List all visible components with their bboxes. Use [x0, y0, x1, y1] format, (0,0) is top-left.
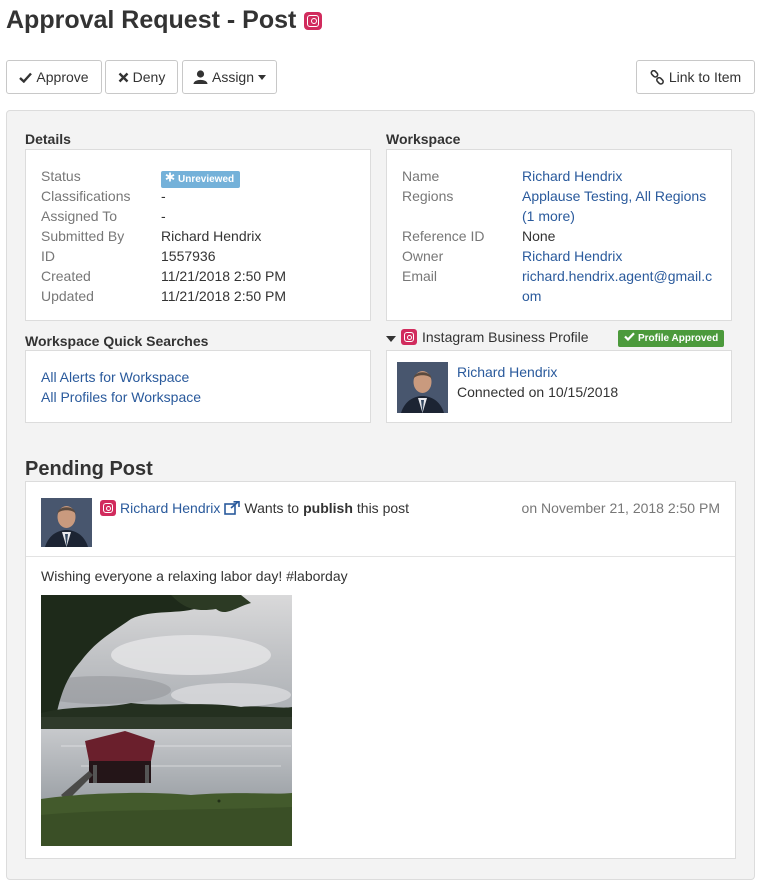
profile-box: Richard Hendrix Connected on 10/15/2018 [386, 350, 732, 423]
quick-search-alerts-link[interactable]: All Alerts for Workspace [41, 369, 189, 385]
profile-connected-text: Connected on 10/15/2018 [457, 384, 619, 400]
x-icon [118, 72, 129, 83]
post-this-post-text: this post [356, 500, 410, 516]
post-header-line: Richard Hendrix Wants to publish this po… [100, 500, 409, 516]
post-action-text: publish [303, 500, 353, 516]
quick-searches-heading: Workspace Quick Searches [25, 333, 209, 349]
quick-searches-box: All Alerts for Workspace All Profiles fo… [25, 350, 371, 423]
quick-search-profiles-link[interactable]: All Profiles for Workspace [41, 389, 201, 405]
caret-down-icon [386, 329, 396, 345]
workspace-email-link[interactable]: richard.hendrix.agent@gmail.c [522, 268, 712, 284]
detail-label: ID [41, 248, 55, 264]
deny-button[interactable]: Deny [105, 60, 178, 94]
link-to-item-button[interactable]: Link to Item [636, 60, 755, 94]
detail-value: 11/21/2018 2:50 PM [161, 288, 287, 304]
profile-heading: Instagram Business Profile [422, 329, 589, 345]
page-title-text: Approval Request - Post [6, 6, 297, 34]
instagram-icon [304, 11, 323, 30]
profile-toggle[interactable]: Instagram Business Profile [386, 329, 589, 345]
workspace-ref-value: None [522, 228, 556, 244]
page-title: Approval Request - Post [6, 6, 323, 35]
detail-label: Classifications [41, 188, 131, 204]
post-image [41, 595, 292, 846]
caret-down-icon [258, 74, 267, 80]
detail-value: - [161, 188, 166, 204]
post-wants-to-text: Wants to [244, 500, 300, 516]
detail-label: Submitted By [41, 228, 125, 244]
post-divider [26, 556, 735, 557]
workspace-label: Regions [402, 188, 454, 204]
instagram-icon [100, 500, 116, 516]
status-badge-label: Unreviewed [178, 173, 235, 185]
pending-post-heading: Pending Post [25, 458, 153, 480]
detail-value: - [161, 208, 166, 224]
post-date: on November 21, 2018 2:50 PM [521, 500, 720, 516]
workspace-owner-link[interactable]: Richard Hendrix [522, 248, 622, 264]
workspace-regions-link[interactable]: Applause Testing, All Regions [522, 188, 706, 204]
post-author-link[interactable]: Richard Hendrix [120, 500, 220, 516]
status-badge: Unreviewed [161, 171, 241, 188]
detail-value: Richard Hendrix [161, 228, 262, 244]
post-message: Wishing everyone a relaxing labor day! #… [41, 568, 348, 584]
assign-dropdown-button[interactable]: Assign [182, 60, 277, 94]
details-box: Status Unreviewed Classifications - Assi… [25, 149, 371, 321]
details-heading: Details [25, 131, 71, 147]
instagram-icon [401, 329, 417, 345]
checkmark-icon [19, 72, 33, 83]
workspace-box: Name Richard Hendrix Regions Applause Te… [386, 149, 732, 321]
workspace-label: Owner [402, 248, 444, 264]
workspace-name-link[interactable]: Richard Hendrix [522, 168, 622, 184]
pending-post-card: Richard Hendrix Wants to publish this po… [25, 481, 736, 859]
assign-label: Assign [211, 69, 255, 85]
link-icon [650, 69, 665, 85]
workspace-label: Reference ID [402, 228, 485, 244]
approve-label: Approve [36, 69, 89, 85]
post-author-avatar [41, 498, 92, 547]
workspace-email-link-cont[interactable]: om [522, 288, 541, 304]
detail-label: Status [41, 168, 81, 184]
profile-avatar [397, 362, 448, 413]
user-icon [193, 70, 208, 84]
approve-button[interactable]: Approve [6, 60, 102, 94]
asterisk-icon [165, 172, 175, 187]
profile-approved-badge: Profile Approved [618, 330, 725, 347]
detail-label: Assigned To [41, 208, 118, 224]
workspace-regions-more-link[interactable]: (1 more) [522, 208, 575, 224]
detail-label: Updated [41, 288, 94, 304]
workspace-label: Email [402, 268, 438, 284]
link-to-item-label: Link to Item [668, 69, 742, 85]
external-link-icon[interactable] [224, 501, 241, 515]
detail-value: 11/21/2018 2:50 PM [161, 268, 287, 284]
workspace-label: Name [402, 168, 440, 184]
profile-approved-label: Profile Approved [638, 332, 719, 344]
workspace-heading: Workspace [386, 131, 461, 147]
detail-value: 1557936 [161, 248, 216, 264]
checkmark-icon [624, 332, 635, 345]
deny-label: Deny [132, 69, 166, 85]
profile-name-link[interactable]: Richard Hendrix [457, 364, 557, 380]
detail-label: Created [41, 268, 91, 284]
